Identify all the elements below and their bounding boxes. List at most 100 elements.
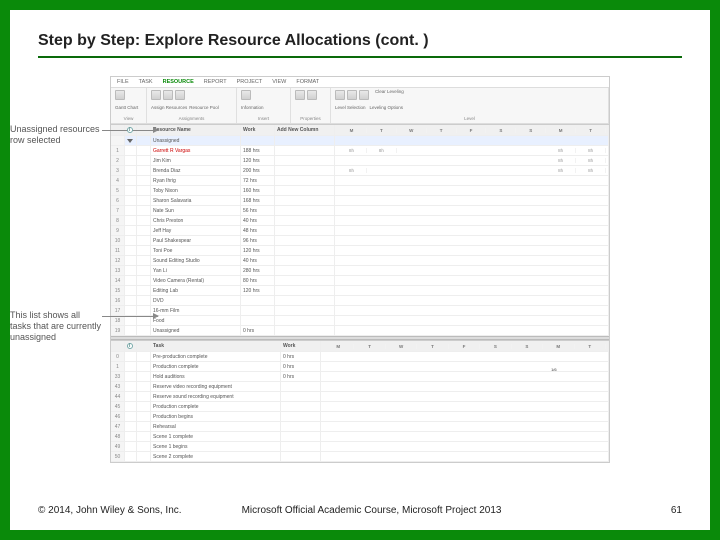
resource-row[interactable]: 1Garrett R Vargas188 hrs8h8h8h8h: [111, 146, 609, 156]
task-row[interactable]: 0Pre-production complete0 hrs: [111, 352, 609, 362]
task-row[interactable]: 48Scene 1 complete: [111, 432, 609, 442]
resource-name-cell[interactable]: Editing Lab: [151, 286, 241, 295]
col-work2[interactable]: Work: [281, 341, 321, 351]
tab-resource[interactable]: RESOURCE: [163, 79, 194, 85]
task-name-cell[interactable]: Scene 1 complete: [151, 432, 281, 441]
task-name-cell[interactable]: Production complete: [151, 402, 281, 411]
collapse-icon[interactable]: [127, 139, 133, 143]
resource-row[interactable]: 3Brenda Diaz200 hrs8h8h8h: [111, 166, 609, 176]
ribbon-group-properties: Properties: [291, 88, 331, 123]
notes-icon[interactable]: [295, 90, 305, 100]
work-cell: 120 hrs: [241, 246, 275, 255]
resource-name-cell[interactable]: 16-mm Film: [151, 306, 241, 315]
tab-project[interactable]: PROJECT: [237, 79, 263, 85]
resource-name-cell[interactable]: Brenda Diaz: [151, 166, 241, 175]
resource-name-cell[interactable]: Nate Sun: [151, 206, 241, 215]
timeline-cells: [321, 402, 609, 411]
work-cell: 0 hrs: [281, 352, 321, 361]
task-row[interactable]: 44Reserve sound recording equipment: [111, 392, 609, 402]
resource-name-cell[interactable]: Paul Shakespear: [151, 236, 241, 245]
col-add-new[interactable]: Add New Column: [275, 125, 335, 135]
information-icon[interactable]: [241, 90, 251, 100]
tab-format[interactable]: FORMAT: [296, 79, 319, 85]
task-row[interactable]: 49Scene 1 begins: [111, 442, 609, 452]
tab-report[interactable]: REPORT: [204, 79, 227, 85]
resource-name-cell[interactable]: Garrett R Vargas: [151, 146, 241, 155]
task-name-cell[interactable]: Scene 2 complete: [151, 452, 281, 461]
resource-name-cell[interactable]: Video Camera (Rental): [151, 276, 241, 285]
resource-row[interactable]: 10Paul Shakespear96 hrs: [111, 236, 609, 246]
resource-row[interactable]: 12Sound Editing Studio40 hrs: [111, 256, 609, 266]
details-icon[interactable]: [307, 90, 317, 100]
resource-name-cell[interactable]: Jim Kim: [151, 156, 241, 165]
task-row[interactable]: 43Reserve video recording equipment: [111, 382, 609, 392]
slide-footer: © 2014, John Wiley & Sons, Inc. Microsof…: [38, 505, 682, 516]
level-resource-icon[interactable]: [347, 90, 357, 100]
resource-name-cell[interactable]: Sharon Salavaria: [151, 196, 241, 205]
gantt-chart-icon[interactable]: [115, 90, 125, 100]
resource-row[interactable]: 8Chris Preston40 hrs: [111, 216, 609, 226]
resource-name-cell[interactable]: Jeff Hay: [151, 226, 241, 235]
work-cell: 280 hrs: [241, 266, 275, 275]
col-work[interactable]: Work: [241, 125, 275, 135]
grid2-header: Task Work MTWTFSSMT: [111, 341, 609, 352]
task-row[interactable]: 46Production begins: [111, 412, 609, 422]
tab-view[interactable]: VIEW: [272, 79, 286, 85]
task-row[interactable]: 45Production complete: [111, 402, 609, 412]
resource-row[interactable]: Unassigned: [111, 136, 609, 146]
timeline-cells: [321, 452, 609, 461]
resource-row[interactable]: 4Ryan Ihrig72 hrs: [111, 176, 609, 186]
resource-row[interactable]: 2Jim Kim120 hrs8h8h: [111, 156, 609, 166]
level-all-icon[interactable]: [359, 90, 369, 100]
task-name-cell[interactable]: Pre-production complete: [151, 352, 281, 361]
resource-name-cell[interactable]: DVD: [151, 296, 241, 305]
resource-name-cell[interactable]: Sound Editing Studio: [151, 256, 241, 265]
timeline-cells: [321, 352, 609, 361]
work-cell: 80 hrs: [241, 276, 275, 285]
slide-frame: Step by Step: Explore Resource Allocatio…: [0, 0, 720, 540]
resource-name-cell[interactable]: Toby Nixon: [151, 186, 241, 195]
resource-row[interactable]: 16DVD: [111, 296, 609, 306]
resource-name-cell[interactable]: Chris Preston: [151, 216, 241, 225]
resource-pool-icon[interactable]: [163, 90, 173, 100]
resource-name-cell[interactable]: Ryan Ihrig: [151, 176, 241, 185]
task-name-cell[interactable]: Production complete: [151, 362, 281, 371]
task-row[interactable]: 50Scene 2 complete: [111, 452, 609, 462]
col-resource-name[interactable]: Resource Name: [151, 125, 241, 135]
resource-row[interactable]: 15Editing Lab120 hrs: [111, 286, 609, 296]
resource-row[interactable]: 13Yan Li280 hrs: [111, 266, 609, 276]
resource-row[interactable]: 14Video Camera (Rental)80 hrs: [111, 276, 609, 286]
level-selection-icon[interactable]: [335, 90, 345, 100]
task-row[interactable]: 1Production complete0 hrs1/6: [111, 362, 609, 372]
add-resources-icon[interactable]: [175, 90, 185, 100]
timeline-cells: [335, 216, 609, 225]
resource-row[interactable]: 1716-mm Film: [111, 306, 609, 316]
resource-row[interactable]: 11Toni Poe120 hrs: [111, 246, 609, 256]
resource-name-cell[interactable]: Unassigned: [151, 326, 241, 335]
task-name-cell[interactable]: Hold auditions: [151, 372, 281, 381]
col-task[interactable]: Task: [151, 341, 281, 351]
resource-row[interactable]: 9Jeff Hay48 hrs: [111, 226, 609, 236]
timeline-cells: 1/6: [321, 362, 609, 371]
tab-task[interactable]: TASK: [139, 79, 153, 85]
ribbon-group-insert: Information Insert: [237, 88, 291, 123]
resource-name-cell[interactable]: Food: [151, 316, 241, 325]
resource-row[interactable]: 19Unassigned0 hrs: [111, 326, 609, 336]
assign-resources-icon[interactable]: [151, 90, 161, 100]
resource-row[interactable]: 6Sharon Salavaria168 hrs: [111, 196, 609, 206]
task-row[interactable]: 33Hold auditions0 hrs: [111, 372, 609, 382]
resource-row[interactable]: 5Toby Nixon160 hrs: [111, 186, 609, 196]
resource-name-cell[interactable]: Yan Li: [151, 266, 241, 275]
task-name-cell[interactable]: Production begins: [151, 412, 281, 421]
resource-name-cell[interactable]: Unassigned: [151, 136, 241, 145]
work-cell: 0 hrs: [281, 362, 321, 371]
resource-row[interactable]: 18Food: [111, 316, 609, 326]
task-name-cell[interactable]: Scene 1 begins: [151, 442, 281, 451]
task-name-cell[interactable]: Reserve sound recording equipment: [151, 392, 281, 401]
task-row[interactable]: 47Rehearsal: [111, 422, 609, 432]
task-name-cell[interactable]: Rehearsal: [151, 422, 281, 431]
resource-row[interactable]: 7Nate Sun56 hrs: [111, 206, 609, 216]
task-name-cell[interactable]: Reserve video recording equipment: [151, 382, 281, 391]
resource-name-cell[interactable]: Toni Poe: [151, 246, 241, 255]
tab-file[interactable]: FILE: [117, 79, 129, 85]
